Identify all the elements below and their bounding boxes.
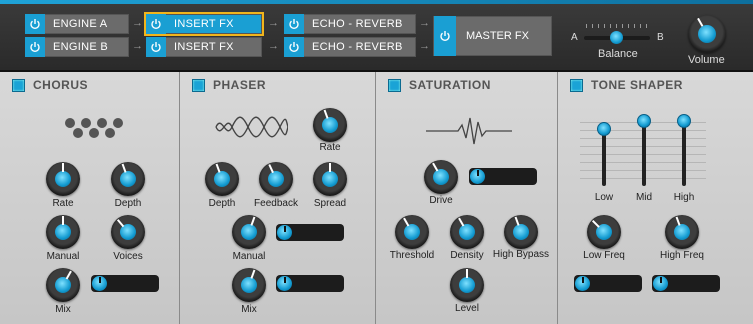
engine-a-label: ENGINE A <box>53 18 108 30</box>
chorus-voices-knob[interactable] <box>111 215 145 249</box>
echo-reverb-b-label: ECHO - REVERB <box>312 41 403 53</box>
balance-label: Balance <box>598 48 638 60</box>
balance-thumb[interactable] <box>610 31 623 44</box>
phaser-manual-slider[interactable] <box>276 224 344 241</box>
saturation-threshold-knob[interactable] <box>395 215 429 249</box>
chorus-voices-icon <box>65 118 123 138</box>
saturation-level-knob[interactable] <box>450 268 484 302</box>
high-freq-slider[interactable] <box>652 275 720 292</box>
chorus-manual-label: Manual <box>46 251 80 262</box>
saturation-title: SATURATION <box>409 78 491 92</box>
low-freq-label: Low Freq <box>583 250 625 261</box>
saturation-level-label: Level <box>455 303 479 314</box>
tone-shaper-enable-led[interactable] <box>570 78 583 92</box>
mid-fader-thumb[interactable] <box>637 114 651 128</box>
saturation-waveform-icon <box>426 117 512 145</box>
engine-b-label: ENGINE B <box>53 41 108 53</box>
low-freq-slider[interactable] <box>574 275 642 292</box>
volume-knob[interactable] <box>688 15 726 53</box>
saturation-high-bypass-knob[interactable] <box>504 215 538 249</box>
arrow-icon: → <box>419 40 430 52</box>
power-icon[interactable] <box>284 14 304 34</box>
saturation-drive-slider[interactable] <box>469 168 537 185</box>
saturation-drive-label: Drive <box>429 195 453 206</box>
phaser-rate-label: Rate <box>319 142 341 153</box>
chorus-toggle-slider[interactable] <box>91 275 159 292</box>
phaser-depth-knob[interactable] <box>205 162 239 196</box>
power-icon[interactable] <box>146 37 166 57</box>
high-label: High <box>673 192 695 203</box>
insert-fx-a-label: INSERT FX <box>174 18 234 30</box>
engine-b-button[interactable]: ENGINE B <box>25 37 129 57</box>
phaser-mix-knob[interactable] <box>232 268 266 302</box>
power-icon[interactable] <box>434 16 456 56</box>
phaser-spread-knob[interactable] <box>313 162 347 196</box>
saturation-high-bypass-label: High Bypass <box>492 249 550 260</box>
chorus-mix-label: Mix <box>55 304 71 315</box>
power-icon[interactable] <box>146 14 166 34</box>
phaser-mix-slider[interactable] <box>276 275 344 292</box>
arrow-icon: → <box>419 17 430 29</box>
high-fader-track <box>682 118 686 186</box>
balance-b-label: B <box>657 32 664 43</box>
tone-shaper-title: TONE SHAPER <box>591 78 683 92</box>
phaser-manual-label: Manual <box>232 251 266 262</box>
saturation-panel: SATURATION Drive Threshold Density High … <box>376 72 558 324</box>
saturation-enable-led[interactable] <box>388 78 401 92</box>
chorus-mix-knob[interactable] <box>46 268 80 302</box>
phaser-spread-label: Spread <box>313 198 347 209</box>
insert-fx-b-label: INSERT FX <box>174 41 234 53</box>
high-freq-label: High Freq <box>660 250 704 261</box>
phaser-title: PHASER <box>213 78 267 92</box>
echo-reverb-a-button[interactable]: ECHO - REVERB <box>284 14 416 34</box>
high-fader-thumb[interactable] <box>677 114 691 128</box>
phaser-enable-led[interactable] <box>192 78 205 92</box>
echo-reverb-b-button[interactable]: ECHO - REVERB <box>284 37 416 57</box>
chorus-title: CHORUS <box>33 78 89 92</box>
chorus-enable-led[interactable] <box>12 78 25 92</box>
phaser-manual-knob[interactable] <box>232 215 266 249</box>
phaser-mix-label: Mix <box>241 304 257 315</box>
balance-ticks <box>586 24 648 28</box>
high-freq-knob[interactable] <box>665 215 699 249</box>
phaser-panel: PHASER Rate Depth Feedback Spread Manual… <box>180 72 376 324</box>
chorus-depth-label: Depth <box>114 198 142 209</box>
chorus-rate-knob[interactable] <box>46 162 80 196</box>
saturation-drive-knob[interactable] <box>424 160 458 194</box>
volume-label: Volume <box>688 54 725 66</box>
arrow-icon: → <box>268 17 279 29</box>
insert-fx-a-button[interactable]: INSERT FX <box>144 12 264 36</box>
balance-a-label: A <box>571 32 578 43</box>
phaser-feedback-knob[interactable] <box>259 162 293 196</box>
master-fx-label: MASTER FX <box>466 30 529 42</box>
chorus-voices-label: Voices <box>113 251 143 262</box>
arrow-icon: → <box>132 40 143 52</box>
power-icon[interactable] <box>25 37 45 57</box>
phaser-wave-icon <box>215 116 288 138</box>
top-accent-strip <box>0 0 753 4</box>
master-fx-button[interactable]: MASTER FX <box>433 16 552 56</box>
arrow-icon: → <box>132 17 143 29</box>
engine-a-button[interactable]: ENGINE A <box>25 14 129 34</box>
power-icon[interactable] <box>25 14 45 34</box>
chorus-rate-label: Rate <box>52 198 74 209</box>
phaser-rate-knob[interactable] <box>313 108 347 142</box>
insert-fx-b-button[interactable]: INSERT FX <box>146 37 262 57</box>
arrow-icon: → <box>268 40 279 52</box>
chorus-manual-knob[interactable] <box>46 215 80 249</box>
chorus-panel: CHORUS Rate Depth Manual Voices Mix <box>0 72 180 324</box>
saturation-density-knob[interactable] <box>450 215 484 249</box>
echo-reverb-a-label: ECHO - REVERB <box>312 18 403 30</box>
power-icon[interactable] <box>284 37 304 57</box>
low-fader-thumb[interactable] <box>597 122 611 136</box>
tone-shaper-panel: TONE SHAPER Low Mid High Low Freq High F… <box>558 72 753 324</box>
low-freq-knob[interactable] <box>587 215 621 249</box>
mid-fader-track <box>642 118 646 186</box>
signal-chain-bar: ENGINE A → INSERT FX → ECHO - REVERB → E… <box>0 0 753 72</box>
chorus-depth-knob[interactable] <box>111 162 145 196</box>
